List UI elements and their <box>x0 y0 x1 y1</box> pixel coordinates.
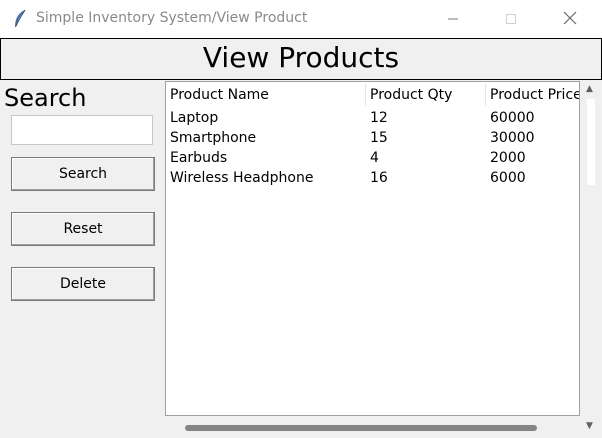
minimize-icon <box>447 10 459 29</box>
cell-product-name: Smartphone <box>170 130 257 146</box>
title-bar: Simple Inventory System/View Product <box>0 0 602 38</box>
table-row[interactable]: Wireless Headphone 16 6000 <box>166 168 579 188</box>
cell-product-qty: 4 <box>370 150 379 166</box>
column-header-qty[interactable]: Product Qty <box>370 87 452 103</box>
window-title: Simple Inventory System/View Product <box>36 10 308 26</box>
page-title: View Products <box>202 41 400 74</box>
horizontal-scroll-thumb[interactable] <box>185 425 537 431</box>
product-table[interactable]: Product Name Product Qty Product Price L… <box>165 81 580 416</box>
cell-product-qty: 15 <box>370 130 388 146</box>
horizontal-scrollbar[interactable] <box>165 418 580 438</box>
close-button[interactable] <box>547 0 593 38</box>
maximize-icon <box>505 10 517 29</box>
close-icon <box>563 10 577 29</box>
cell-product-price: 60000 <box>490 110 535 126</box>
search-input[interactable] <box>11 115 153 145</box>
cell-product-name: Laptop <box>170 110 219 126</box>
search-label: Search <box>4 84 87 112</box>
column-header-name[interactable]: Product Name <box>170 87 269 103</box>
cell-product-qty: 16 <box>370 170 388 186</box>
table-row[interactable]: Earbuds 4 2000 <box>166 148 579 168</box>
delete-button[interactable]: Delete <box>11 267 155 301</box>
header-panel: View Products <box>0 38 602 80</box>
table-row[interactable]: Laptop 12 60000 <box>166 108 579 128</box>
search-button[interactable]: Search <box>11 157 155 191</box>
vertical-scrollbar[interactable]: ▲ ▼ <box>581 81 601 436</box>
cell-product-name: Earbuds <box>170 150 228 166</box>
maximize-button[interactable] <box>488 0 534 38</box>
column-header-price[interactable]: Product Price <box>490 87 579 103</box>
scroll-down-icon[interactable]: ▼ <box>586 421 593 431</box>
cell-product-qty: 12 <box>370 110 388 126</box>
scroll-up-icon[interactable]: ▲ <box>586 84 593 94</box>
column-divider[interactable] <box>485 84 486 106</box>
cell-product-price: 6000 <box>490 170 526 186</box>
minimize-button[interactable] <box>430 0 476 38</box>
feather-icon <box>12 9 28 29</box>
table-header: Product Name Product Qty Product Price <box>166 82 579 108</box>
reset-button[interactable]: Reset <box>11 212 155 246</box>
cell-product-price: 30000 <box>490 130 535 146</box>
table-row[interactable]: Smartphone 15 30000 <box>166 128 579 148</box>
vertical-scroll-thumb[interactable] <box>587 99 595 185</box>
column-divider[interactable] <box>365 84 366 106</box>
cell-product-price: 2000 <box>490 150 526 166</box>
cell-product-name: Wireless Headphone <box>170 170 314 186</box>
